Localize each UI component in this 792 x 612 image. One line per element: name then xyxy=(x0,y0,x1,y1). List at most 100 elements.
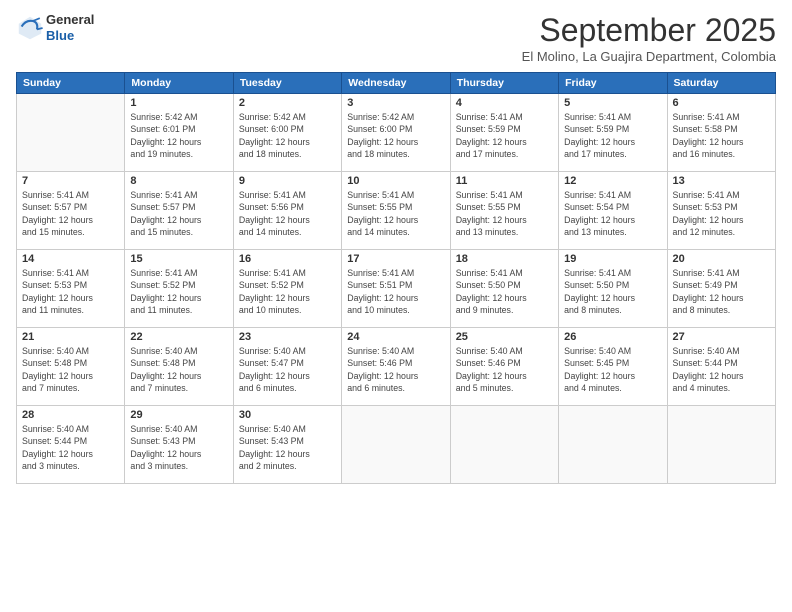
day-number: 19 xyxy=(564,253,661,265)
calendar-cell: 17 Sunrise: 5:41 AM Sunset: 5:51 PM Dayli… xyxy=(342,250,450,328)
day-number: 15 xyxy=(130,253,227,265)
day-info: Sunrise: 5:41 AM Sunset: 5:59 PM Dayligh… xyxy=(456,111,553,160)
calendar-cell: 7 Sunrise: 5:41 AM Sunset: 5:57 PM Daylig… xyxy=(17,172,125,250)
calendar-cell: 22 Sunrise: 5:40 AM Sunset: 5:48 PM Dayli… xyxy=(125,328,233,406)
calendar-cell xyxy=(667,406,775,484)
day-info: Sunrise: 5:41 AM Sunset: 5:49 PM Dayligh… xyxy=(673,267,770,316)
calendar-cell: 3 Sunrise: 5:42 AM Sunset: 6:00 PM Daylig… xyxy=(342,94,450,172)
calendar-day-header: Sunday xyxy=(17,73,125,94)
calendar-header-row: SundayMondayTuesdayWednesdayThursdayFrid… xyxy=(17,73,776,94)
location: El Molino, La Guajira Department, Colomb… xyxy=(522,49,776,64)
day-info: Sunrise: 5:41 AM Sunset: 5:55 PM Dayligh… xyxy=(347,189,444,238)
day-number: 23 xyxy=(239,331,336,343)
day-number: 22 xyxy=(130,331,227,343)
day-number: 18 xyxy=(456,253,553,265)
calendar-day-header: Wednesday xyxy=(342,73,450,94)
calendar-cell: 13 Sunrise: 5:41 AM Sunset: 5:53 PM Dayli… xyxy=(667,172,775,250)
day-info: Sunrise: 5:41 AM Sunset: 5:57 PM Dayligh… xyxy=(22,189,119,238)
day-number: 26 xyxy=(564,331,661,343)
day-info: Sunrise: 5:41 AM Sunset: 5:55 PM Dayligh… xyxy=(456,189,553,238)
calendar-day-header: Saturday xyxy=(667,73,775,94)
day-info: Sunrise: 5:40 AM Sunset: 5:46 PM Dayligh… xyxy=(347,345,444,394)
calendar-cell: 27Sunrise: 5:40 AM Sunset: 5:44 PM Dayli… xyxy=(667,328,775,406)
calendar-day-header: Thursday xyxy=(450,73,558,94)
day-number: 1 xyxy=(130,97,227,109)
logo-general: General xyxy=(46,12,94,28)
day-number: 8 xyxy=(130,175,227,187)
day-number: 29 xyxy=(130,409,227,421)
day-info: Sunrise: 5:42 AM Sunset: 6:00 PM Dayligh… xyxy=(347,111,444,160)
day-number: 20 xyxy=(673,253,770,265)
calendar-week-row: 21 Sunrise: 5:40 AM Sunset: 5:48 PM Dayli… xyxy=(17,328,776,406)
day-info: Sunrise: 5:41 AM Sunset: 5:56 PM Dayligh… xyxy=(239,189,336,238)
day-info: Sunrise: 5:41 AM Sunset: 5:52 PM Dayligh… xyxy=(130,267,227,316)
day-info: Sunrise: 5:41 AM Sunset: 5:51 PM Dayligh… xyxy=(347,267,444,316)
calendar-cell xyxy=(450,406,558,484)
day-number: 5 xyxy=(564,97,661,109)
calendar-week-row: 14 Sunrise: 5:41 AM Sunset: 5:53 PM Dayli… xyxy=(17,250,776,328)
calendar-week-row: 7 Sunrise: 5:41 AM Sunset: 5:57 PM Daylig… xyxy=(17,172,776,250)
day-number: 9 xyxy=(239,175,336,187)
day-number: 25 xyxy=(456,331,553,343)
day-info: Sunrise: 5:40 AM Sunset: 5:44 PM Dayligh… xyxy=(22,423,119,472)
calendar-cell: 16 Sunrise: 5:41 AM Sunset: 5:52 PM Dayli… xyxy=(233,250,341,328)
calendar-cell: 19 Sunrise: 5:41 AM Sunset: 5:50 PM Dayli… xyxy=(559,250,667,328)
day-info: Sunrise: 5:41 AM Sunset: 5:53 PM Dayligh… xyxy=(673,189,770,238)
calendar-cell: 5Sunrise: 5:41 AM Sunset: 5:59 PM Daylig… xyxy=(559,94,667,172)
day-info: Sunrise: 5:41 AM Sunset: 5:53 PM Dayligh… xyxy=(22,267,119,316)
calendar: SundayMondayTuesdayWednesdayThursdayFrid… xyxy=(16,72,776,484)
day-info: Sunrise: 5:41 AM Sunset: 5:54 PM Dayligh… xyxy=(564,189,661,238)
calendar-cell xyxy=(17,94,125,172)
calendar-cell: 26 Sunrise: 5:40 AM Sunset: 5:45 PM Dayli… xyxy=(559,328,667,406)
calendar-cell: 4 Sunrise: 5:41 AM Sunset: 5:59 PM Daylig… xyxy=(450,94,558,172)
day-info: Sunrise: 5:40 AM Sunset: 5:46 PM Dayligh… xyxy=(456,345,553,394)
day-info: Sunrise: 5:40 AM Sunset: 5:48 PM Dayligh… xyxy=(22,345,119,394)
day-number: 13 xyxy=(673,175,770,187)
day-number: 30 xyxy=(239,409,336,421)
calendar-cell: 8 Sunrise: 5:41 AM Sunset: 5:57 PM Daylig… xyxy=(125,172,233,250)
logo-blue: Blue xyxy=(46,28,94,44)
calendar-day-header: Monday xyxy=(125,73,233,94)
calendar-cell: 24 Sunrise: 5:40 AM Sunset: 5:46 PM Dayli… xyxy=(342,328,450,406)
day-info: Sunrise: 5:41 AM Sunset: 5:50 PM Dayligh… xyxy=(564,267,661,316)
calendar-cell xyxy=(559,406,667,484)
month-title: September 2025 xyxy=(522,12,776,49)
day-info: Sunrise: 5:40 AM Sunset: 5:48 PM Dayligh… xyxy=(130,345,227,394)
day-number: 11 xyxy=(456,175,553,187)
logo-text: General Blue xyxy=(46,12,94,43)
day-number: 3 xyxy=(347,97,444,109)
calendar-cell: 11 Sunrise: 5:41 AM Sunset: 5:55 PM Dayli… xyxy=(450,172,558,250)
page: General Blue September 2025 El Molino, L… xyxy=(0,0,792,612)
day-number: 24 xyxy=(347,331,444,343)
calendar-cell xyxy=(342,406,450,484)
day-number: 17 xyxy=(347,253,444,265)
calendar-cell: 1Sunrise: 5:42 AM Sunset: 6:01 PM Daylig… xyxy=(125,94,233,172)
day-number: 2 xyxy=(239,97,336,109)
calendar-cell: 2Sunrise: 5:42 AM Sunset: 6:00 PM Daylig… xyxy=(233,94,341,172)
day-number: 14 xyxy=(22,253,119,265)
day-number: 21 xyxy=(22,331,119,343)
day-info: Sunrise: 5:41 AM Sunset: 5:50 PM Dayligh… xyxy=(456,267,553,316)
logo-icon xyxy=(16,14,44,42)
day-number: 4 xyxy=(456,97,553,109)
day-info: Sunrise: 5:41 AM Sunset: 5:57 PM Dayligh… xyxy=(130,189,227,238)
logo: General Blue xyxy=(16,12,94,43)
calendar-cell: 9 Sunrise: 5:41 AM Sunset: 5:56 PM Daylig… xyxy=(233,172,341,250)
day-info: Sunrise: 5:40 AM Sunset: 5:47 PM Dayligh… xyxy=(239,345,336,394)
day-number: 27 xyxy=(673,331,770,343)
day-number: 12 xyxy=(564,175,661,187)
calendar-cell: 30 Sunrise: 5:40 AM Sunset: 5:43 PM Dayli… xyxy=(233,406,341,484)
calendar-day-header: Tuesday xyxy=(233,73,341,94)
day-number: 7 xyxy=(22,175,119,187)
day-info: Sunrise: 5:41 AM Sunset: 5:58 PM Dayligh… xyxy=(673,111,770,160)
day-number: 16 xyxy=(239,253,336,265)
calendar-week-row: 28Sunrise: 5:40 AM Sunset: 5:44 PM Dayli… xyxy=(17,406,776,484)
header: General Blue September 2025 El Molino, L… xyxy=(16,12,776,64)
day-info: Sunrise: 5:40 AM Sunset: 5:43 PM Dayligh… xyxy=(239,423,336,472)
day-info: Sunrise: 5:40 AM Sunset: 5:45 PM Dayligh… xyxy=(564,345,661,394)
calendar-cell: 10Sunrise: 5:41 AM Sunset: 5:55 PM Dayli… xyxy=(342,172,450,250)
day-info: Sunrise: 5:41 AM Sunset: 5:52 PM Dayligh… xyxy=(239,267,336,316)
day-info: Sunrise: 5:40 AM Sunset: 5:43 PM Dayligh… xyxy=(130,423,227,472)
calendar-cell: 14 Sunrise: 5:41 AM Sunset: 5:53 PM Dayli… xyxy=(17,250,125,328)
calendar-cell: 20 Sunrise: 5:41 AM Sunset: 5:49 PM Dayli… xyxy=(667,250,775,328)
